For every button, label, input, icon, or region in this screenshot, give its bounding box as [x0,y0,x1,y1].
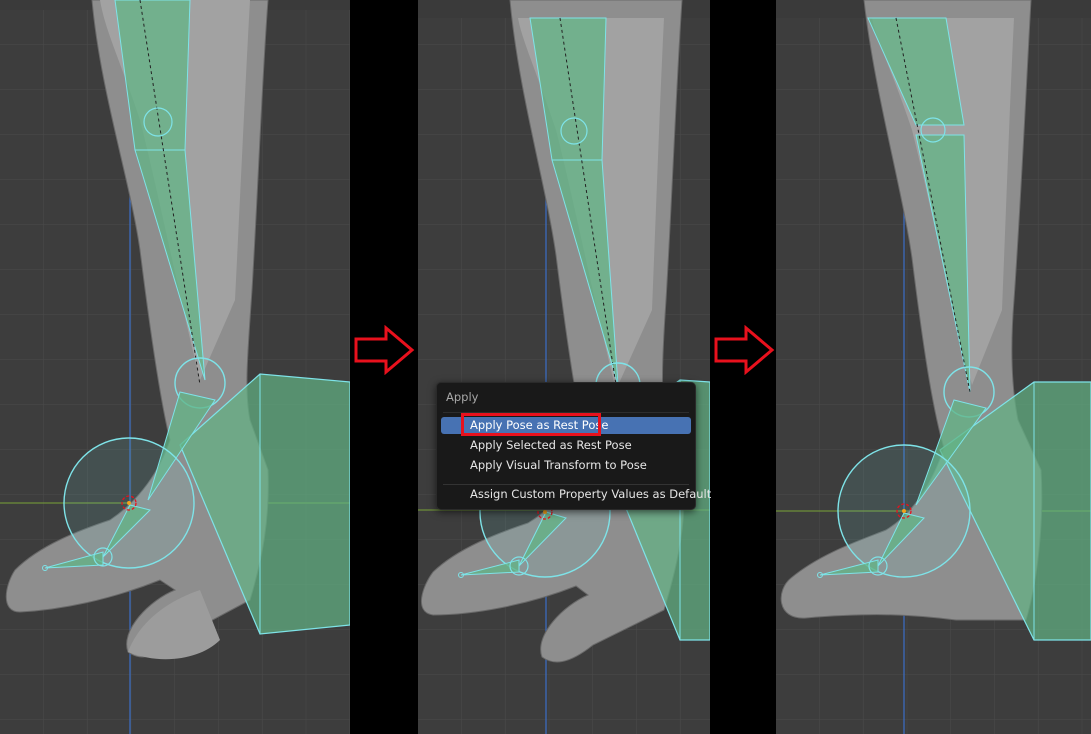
menu-item-assign-custom-property-values[interactable]: Assign Custom Property Values as Default [441,486,711,503]
viewport-apply-menu[interactable] [418,0,710,734]
viewport-scene [0,0,350,734]
viewport-before[interactable] [0,0,350,734]
menu-item-apply-selected-as-rest-pose[interactable]: Apply Selected as Rest Pose [441,437,691,454]
viewport-after[interactable] [776,0,1091,734]
right-arrow-icon [354,325,415,375]
apply-menu: Apply Apply Pose as Rest Pose Apply Sele… [436,382,711,510]
right-arrow-icon [714,325,775,375]
menu-title: Apply [446,390,479,404]
viewport-scene [776,0,1091,734]
menu-divider [443,484,689,485]
viewport-scene [418,0,710,734]
highlight-box [461,413,601,436]
menu-item-apply-visual-transform-to-pose[interactable]: Apply Visual Transform to Pose [441,457,691,474]
